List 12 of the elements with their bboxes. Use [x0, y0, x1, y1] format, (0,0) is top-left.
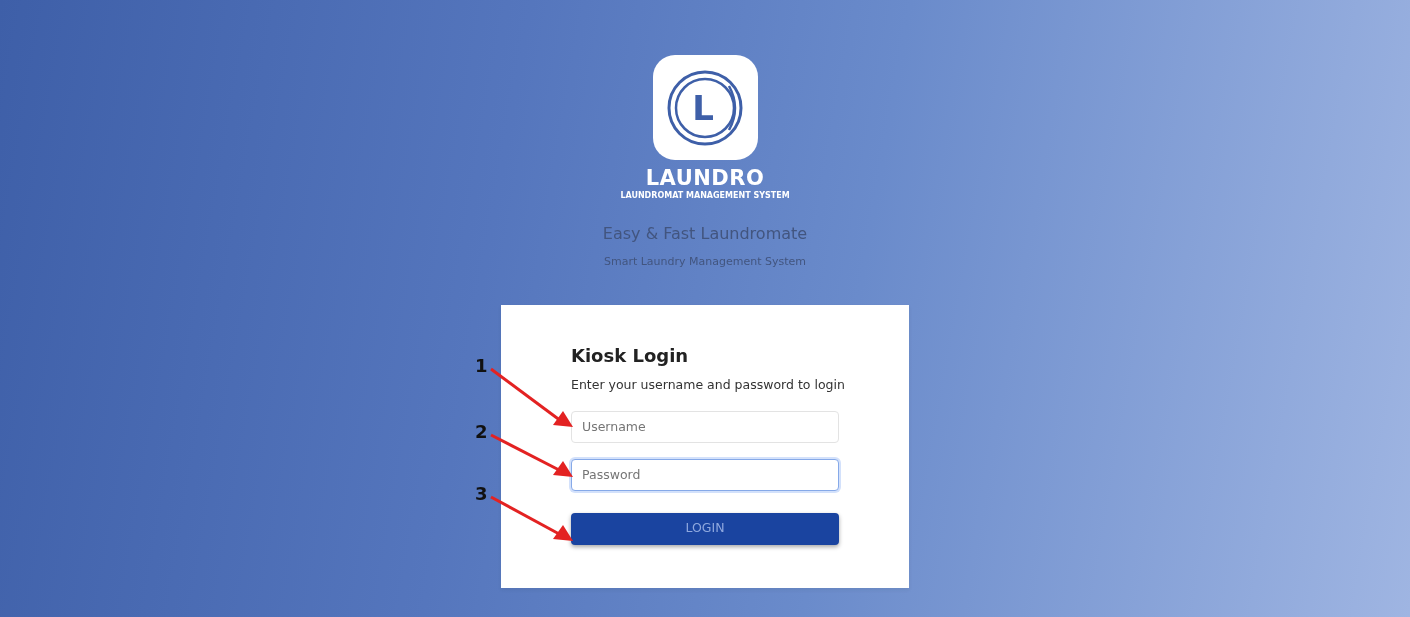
logo-wordmark: LAUNDRO	[645, 168, 765, 189]
login-instructions: Enter your username and password to login	[571, 376, 845, 395]
headline: Easy & Fast Laundromate	[602, 223, 808, 245]
step-number: 2	[475, 422, 488, 441]
logo-icon: L	[652, 55, 758, 160]
logo-tagline: LAUNDROMAT MANAGEMENT SYSTEM	[620, 192, 790, 200]
step-number: 3	[475, 484, 488, 503]
subheadline: Smart Laundry Management System	[603, 254, 807, 270]
login-title: Kiosk Login	[571, 344, 690, 367]
step-number: 1	[475, 356, 488, 375]
login-button[interactable]: LOGIN	[571, 512, 839, 545]
input-field[interactable]: Password	[571, 458, 839, 491]
